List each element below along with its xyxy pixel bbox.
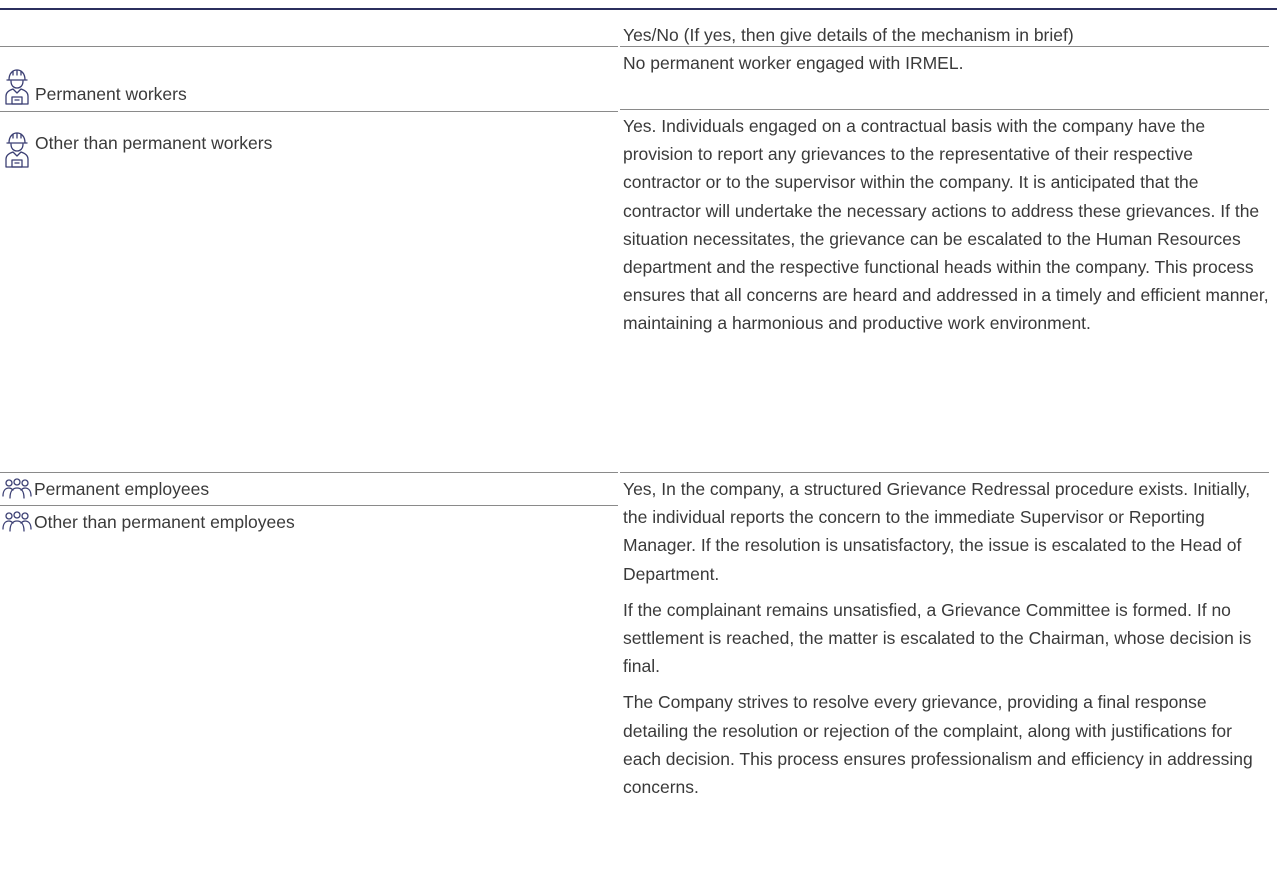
row-label: Permanent employees [34,479,210,499]
people-group-icon [2,511,32,532]
row-divider [620,109,1269,110]
worker-icon [5,69,29,105]
answer-paragraph: If the complainant remains unsatisfied, … [623,599,1252,677]
answer-paragraph: Yes. Individuals engaged on a contractua… [623,116,1269,334]
table-row-other-employees: Other than permanent employees [2,508,295,536]
row-answer-employees: Yes, In the company, a structured Grieva… [623,475,1269,809]
table-header-row: Yes/No (If yes, then give details of the… [0,10,1277,46]
row-divider [0,111,618,112]
table-row-permanent-workers: Permanent workers [2,50,187,106]
row-answer-permanent-workers: No permanent worker engaged with IRMEL. [623,49,1269,85]
row-label: Permanent workers [35,84,187,104]
row-label: Other than permanent employees [34,512,295,532]
answer-paragraph: Yes, In the company, a structured Grieva… [623,479,1251,584]
answer-paragraph: No permanent worker engaged with IRMEL. [623,53,964,73]
row-divider [0,505,618,506]
table-header-answer: Yes/No (If yes, then give details of the… [623,25,1074,45]
row-label: Other than permanent workers [35,133,273,153]
people-group-icon [2,478,32,499]
row-divider [0,46,618,47]
answer-paragraph: The Company strives to resolve every gri… [623,692,1253,798]
row-divider [620,472,1269,473]
table-row-other-workers: Other than permanent workers [2,113,272,169]
worker-icon [5,132,29,168]
row-divider [620,46,1269,47]
table-row-permanent-employees: Permanent employees [2,475,209,503]
row-answer-other-workers: Yes. Individuals engaged on a contractua… [623,112,1269,346]
row-divider [0,472,618,473]
